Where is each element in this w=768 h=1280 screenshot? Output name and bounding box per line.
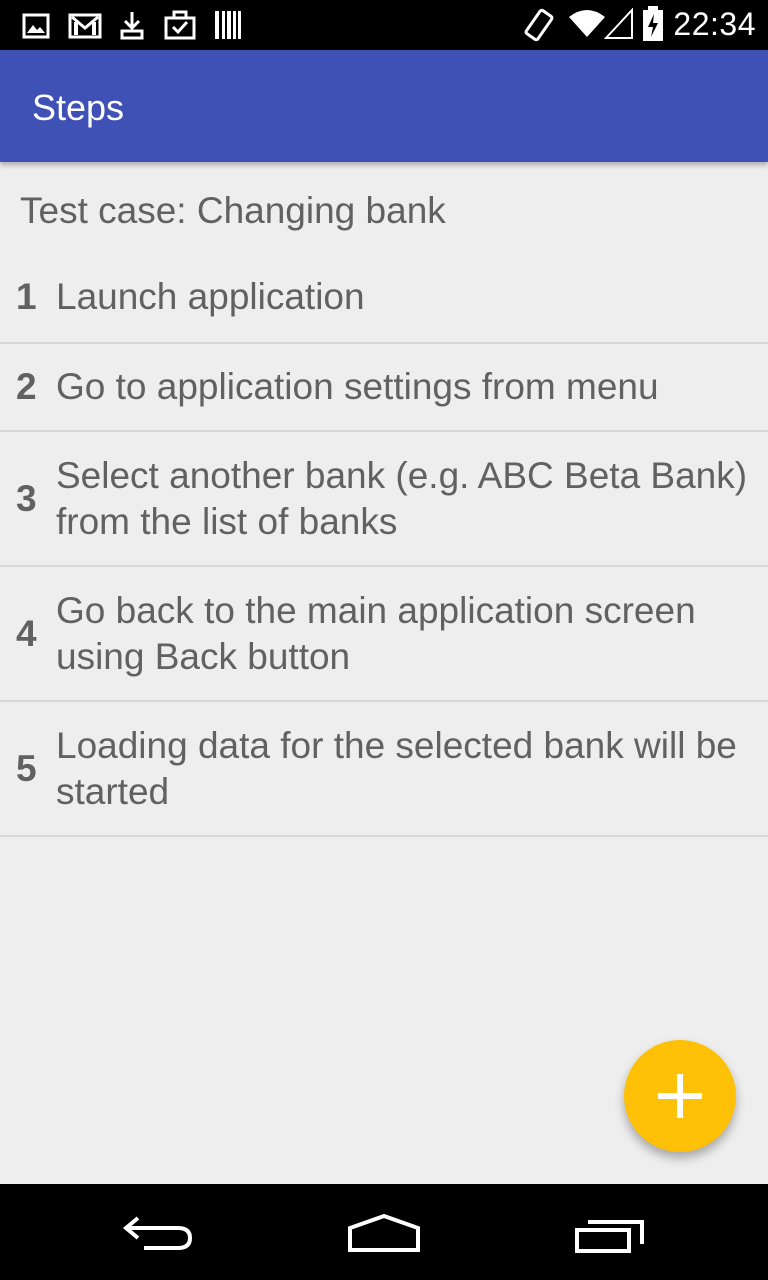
back-icon[interactable] xyxy=(122,1212,196,1259)
page-title: Steps xyxy=(32,87,125,128)
step-text: Go back to the main application screen u… xyxy=(56,589,696,677)
clock: 22:34 xyxy=(673,6,756,42)
step-number: 5 xyxy=(16,747,37,789)
battery-charging-icon xyxy=(642,6,664,47)
step-number: 2 xyxy=(16,366,37,407)
test-case-title: Test case: Changing bank xyxy=(20,190,446,231)
add-step-button[interactable] xyxy=(624,1040,736,1152)
list-item[interactable]: 5 Loading data for the selected bank wil… xyxy=(0,702,768,837)
signal-icon xyxy=(603,7,634,45)
list-item[interactable]: 4 Go back to the main application screen… xyxy=(0,567,768,702)
image-icon xyxy=(22,13,50,44)
download-icon xyxy=(120,10,144,45)
plus-icon xyxy=(658,1074,702,1118)
step-text: Select another bank (e.g. ABC Beta Bank)… xyxy=(56,454,748,542)
status-bar: 22:34 xyxy=(0,0,768,50)
recents-icon[interactable] xyxy=(574,1216,646,1259)
list-item[interactable]: 3 Select another bank (e.g. ABC Beta Ban… xyxy=(0,432,768,567)
gmail-icon xyxy=(68,12,102,45)
rotate-icon xyxy=(524,8,554,47)
step-number: 1 xyxy=(16,276,37,317)
list-item[interactable]: 1 Launch application xyxy=(0,252,768,344)
barcode-icon xyxy=(214,10,242,45)
app-bar: Steps xyxy=(0,50,768,162)
step-text: Go to application settings from menu xyxy=(56,366,659,407)
wifi-icon xyxy=(568,9,606,44)
step-number: 4 xyxy=(16,612,37,654)
home-icon[interactable] xyxy=(346,1213,422,1259)
task-check-icon xyxy=(164,10,196,45)
step-text: Launch application xyxy=(56,276,365,317)
navigation-bar xyxy=(0,1184,768,1280)
step-text: Loading data for the selected bank will … xyxy=(56,724,737,812)
list-item[interactable]: 2 Go to application settings from menu xyxy=(0,344,768,432)
step-number: 3 xyxy=(16,477,37,519)
